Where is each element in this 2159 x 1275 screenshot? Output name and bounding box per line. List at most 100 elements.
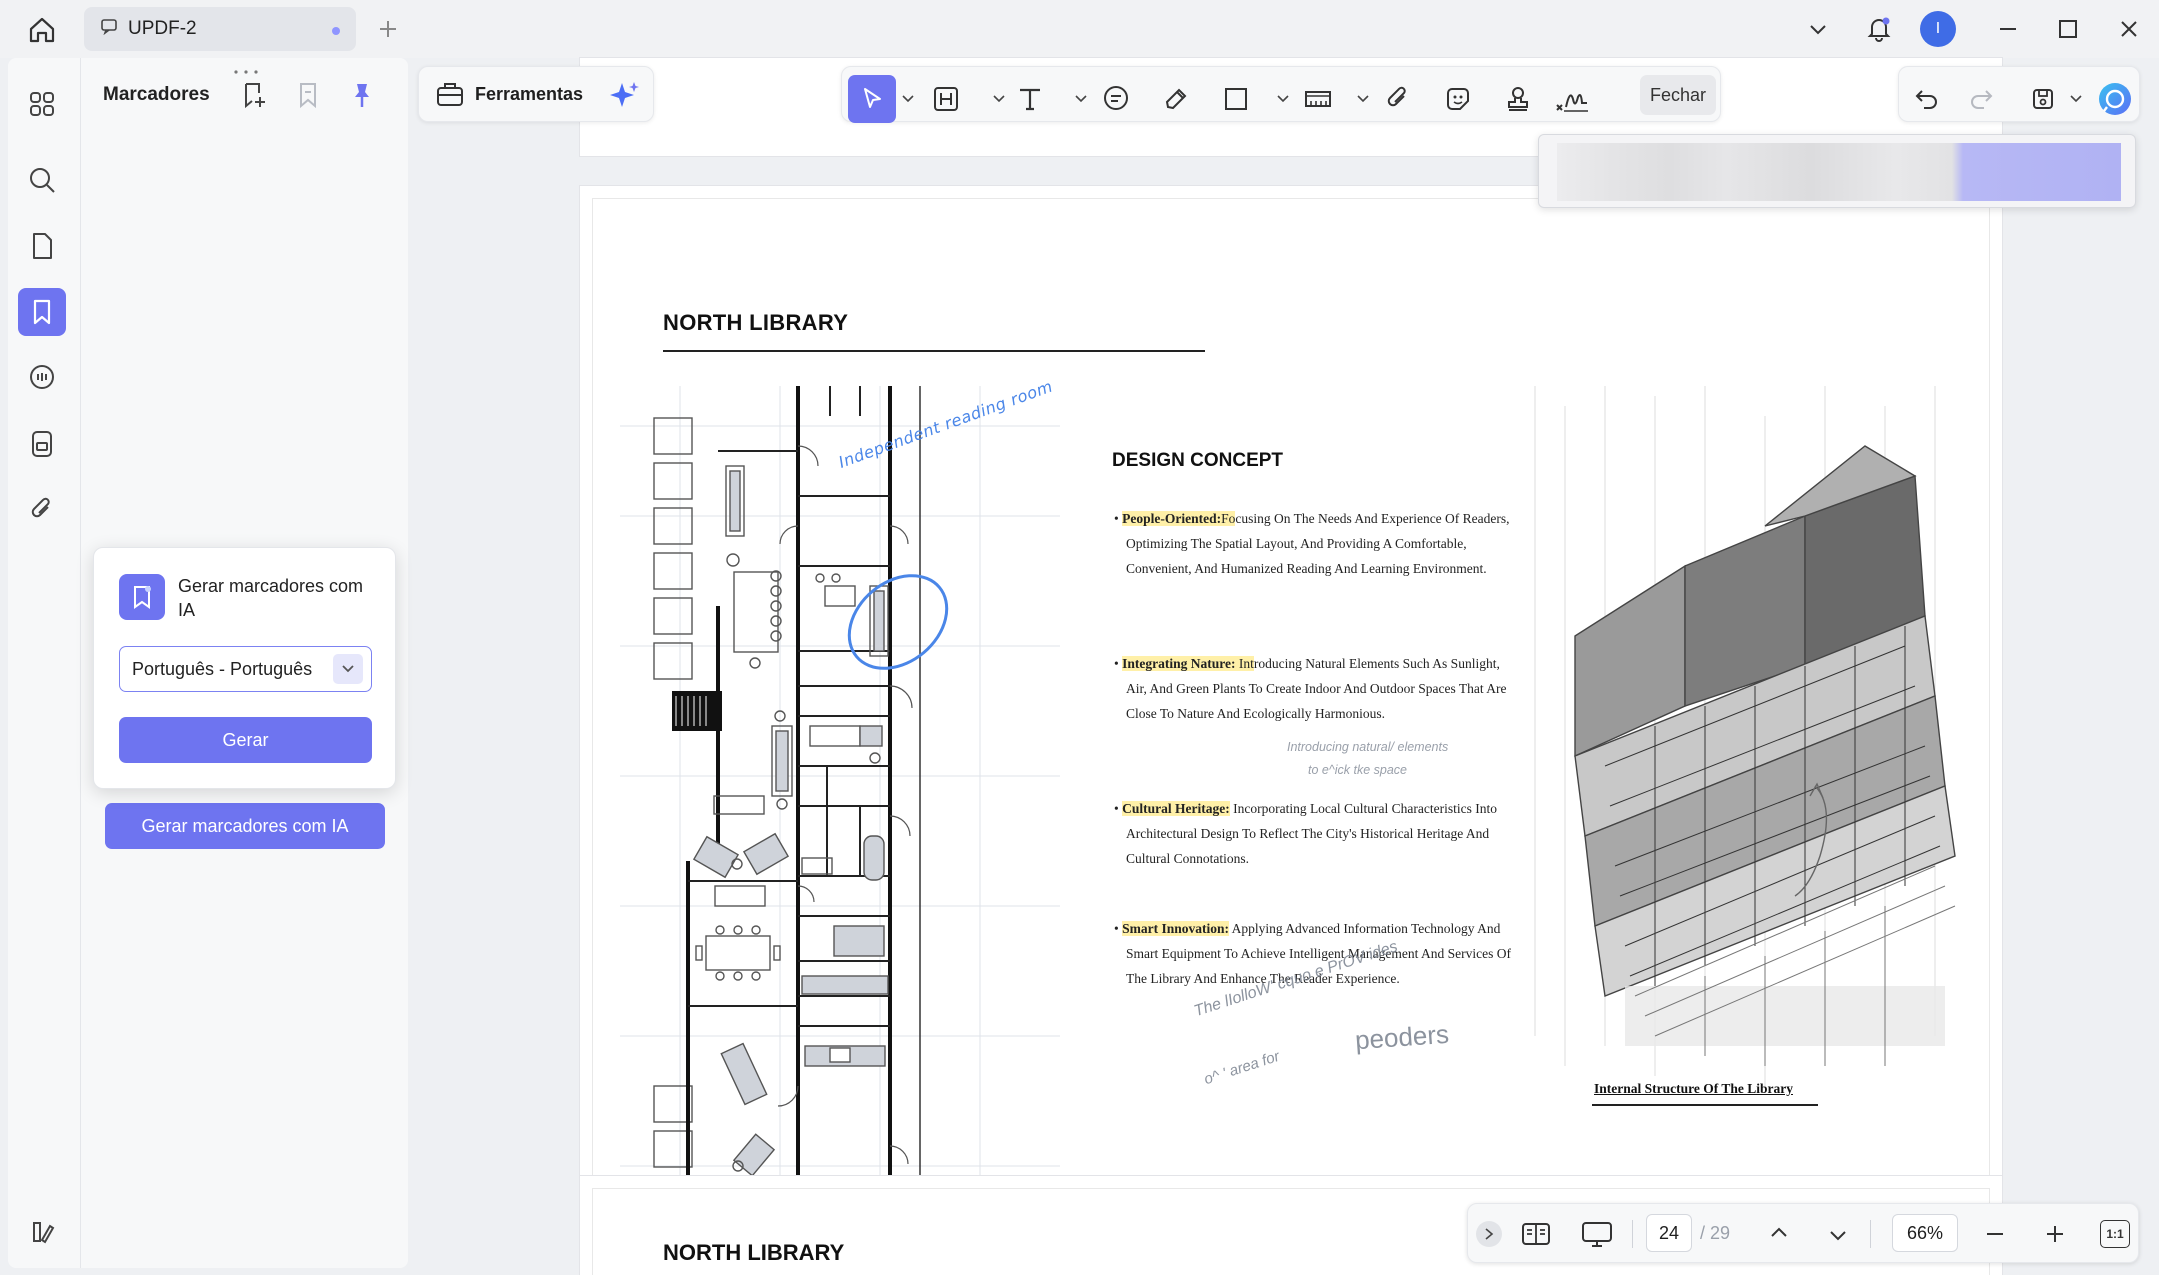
caption-rule xyxy=(1592,1104,1818,1106)
pin-icon[interactable] xyxy=(347,80,377,110)
building-illustration xyxy=(1534,386,1956,1086)
bookmark-icon[interactable] xyxy=(18,288,66,336)
new-tab-icon[interactable] xyxy=(376,17,400,41)
ai-bookmark-icon xyxy=(119,574,165,620)
pen-tool-icon[interactable] xyxy=(1156,79,1196,119)
sticker-tool-icon[interactable] xyxy=(1438,79,1478,119)
divider xyxy=(1632,1220,1633,1248)
close-button[interactable]: Fechar xyxy=(1640,75,1716,115)
language-select[interactable]: Português - Português xyxy=(119,646,372,692)
add-bookmark-icon[interactable] xyxy=(239,80,269,110)
tools-label: Ferramentas xyxy=(475,83,584,104)
bullet-key: Smart Innovation: xyxy=(1122,921,1229,936)
concept-title: DESIGN CONCEPT xyxy=(1112,450,1284,471)
save-icon[interactable] xyxy=(2023,79,2063,119)
select-tool-icon[interactable] xyxy=(848,75,896,123)
highlight-tool-icon[interactable] xyxy=(926,79,966,119)
right-toolbar xyxy=(1898,66,2140,122)
comment-tool-icon[interactable] xyxy=(1096,79,1136,119)
theme-icon[interactable] xyxy=(18,1208,66,1256)
bullet-key: Cultural Heritage: xyxy=(1122,801,1230,816)
color-swatches[interactable] xyxy=(1557,143,2121,201)
pdf-page: NORTH LIBRARY Independent reading room D… xyxy=(580,186,2002,1202)
toolbox-icon xyxy=(435,79,465,109)
signature-tool-icon[interactable] xyxy=(1552,79,1592,119)
handwritten-scribble-2: peoders xyxy=(1354,1018,1450,1056)
previous-page-icon[interactable] xyxy=(1766,1220,1792,1246)
ai-sparkle-icon[interactable] xyxy=(609,79,641,111)
bell-icon[interactable] xyxy=(1864,13,1894,43)
chevron-down-icon[interactable] xyxy=(1356,91,1370,109)
annotation-toolbar: Fechar xyxy=(841,66,1721,123)
color-strip-popup xyxy=(1538,134,2136,208)
generate-ai-bookmarks-button[interactable]: Gerar marcadores com IA xyxy=(105,803,385,849)
actual-size-label: 1:1 xyxy=(2106,1227,2124,1241)
bullet-cultural-heritage: • Cultural Heritage: Incorporating Local… xyxy=(1110,796,1515,871)
unsaved-dot xyxy=(332,27,340,35)
redo-icon[interactable] xyxy=(1961,79,2001,119)
popup-title: Gerar marcadores com IA xyxy=(178,576,364,620)
stamp-tool-icon[interactable] xyxy=(1498,79,1538,119)
bullet-dot: • xyxy=(1114,511,1123,526)
ai-bookmark-popup: Gerar marcadores com IA Português - Port… xyxy=(93,547,396,789)
undo-icon[interactable] xyxy=(1907,79,1947,119)
zoom-out-icon[interactable] xyxy=(1982,1221,2008,1247)
tools-button[interactable]: Ferramentas xyxy=(418,66,654,122)
reading-mode-icon[interactable] xyxy=(1520,1218,1552,1250)
tab-title: UPDF-2 xyxy=(128,18,197,39)
language-value: Português - Português xyxy=(132,658,313,679)
remove-bookmark-icon[interactable] xyxy=(293,80,323,110)
search-icon[interactable] xyxy=(18,156,66,204)
minimize-icon[interactable] xyxy=(1996,17,2020,41)
panel-title: Marcadores xyxy=(103,84,210,105)
bullet-key: Integrating Nature: xyxy=(1122,656,1236,671)
chevron-down-icon[interactable] xyxy=(1074,91,1088,109)
document-area: NORTH LIBRARY Independent reading room D… xyxy=(416,58,2151,1275)
attachment-icon[interactable] xyxy=(18,486,66,534)
divider xyxy=(1870,1220,1871,1248)
thumbnails-icon[interactable] xyxy=(18,80,66,128)
collapse-bar-icon[interactable] xyxy=(1476,1221,1502,1247)
page-total: / 29 xyxy=(1700,1223,1731,1243)
chevron-down-icon[interactable] xyxy=(333,654,363,684)
annotation-ellipse xyxy=(847,574,949,670)
ai-assistant-icon[interactable] xyxy=(2095,79,2135,119)
floor-plan xyxy=(620,386,1060,1202)
bullet-integrating-nature: • Integrating Nature: Introducing Natura… xyxy=(1110,651,1515,726)
chevron-down-icon[interactable] xyxy=(1806,17,1830,41)
home-icon[interactable] xyxy=(26,14,58,46)
chevron-down-icon[interactable] xyxy=(901,91,915,109)
measure-tool-icon[interactable] xyxy=(1298,79,1338,119)
presentation-icon[interactable] xyxy=(1580,1218,1614,1250)
document-tab[interactable]: UPDF-2 xyxy=(84,7,356,51)
comment-icon[interactable] xyxy=(18,354,66,402)
attach-tool-icon[interactable] xyxy=(1378,79,1418,119)
handwritten-note: Introducing natural/ elements xyxy=(1287,740,1449,754)
page-navigation-bar: 24 / 29 66% 1:1 xyxy=(1467,1203,2139,1263)
page-heading: NORTH LIBRARY xyxy=(663,1240,845,1265)
shape-tool-icon[interactable] xyxy=(1216,79,1256,119)
page-icon[interactable] xyxy=(18,222,66,270)
bullet-key: People-Oriented: xyxy=(1122,511,1222,526)
figure-caption: Internal Structure Of The Library xyxy=(1594,1081,1793,1096)
close-icon[interactable] xyxy=(2117,17,2141,41)
avatar[interactable]: I xyxy=(1920,11,1956,47)
page-heading: NORTH LIBRARY xyxy=(663,310,849,335)
chevron-down-icon[interactable] xyxy=(992,91,1006,109)
text-tool-icon[interactable] xyxy=(1010,79,1050,119)
chevron-down-icon[interactable] xyxy=(2069,91,2083,109)
maximize-icon[interactable] xyxy=(2056,17,2080,41)
tab-doc-icon xyxy=(100,17,118,41)
next-page-icon[interactable] xyxy=(1825,1222,1851,1248)
form-icon[interactable] xyxy=(18,420,66,468)
chevron-down-icon[interactable] xyxy=(1276,91,1290,109)
zoom-in-icon[interactable] xyxy=(2042,1221,2068,1247)
page-number-input[interactable]: 24 xyxy=(1646,1214,1692,1252)
bullet-highlight: Fo xyxy=(1221,511,1236,526)
zoom-input[interactable]: 66% xyxy=(1892,1214,1958,1252)
generate-button[interactable]: Gerar xyxy=(119,717,372,763)
handwritten-note-2: to e^ick tke space xyxy=(1308,763,1407,777)
heading-rule xyxy=(663,350,1205,352)
drag-handle-icon[interactable] xyxy=(231,62,261,74)
actual-size-button[interactable]: 1:1 xyxy=(2100,1220,2130,1248)
